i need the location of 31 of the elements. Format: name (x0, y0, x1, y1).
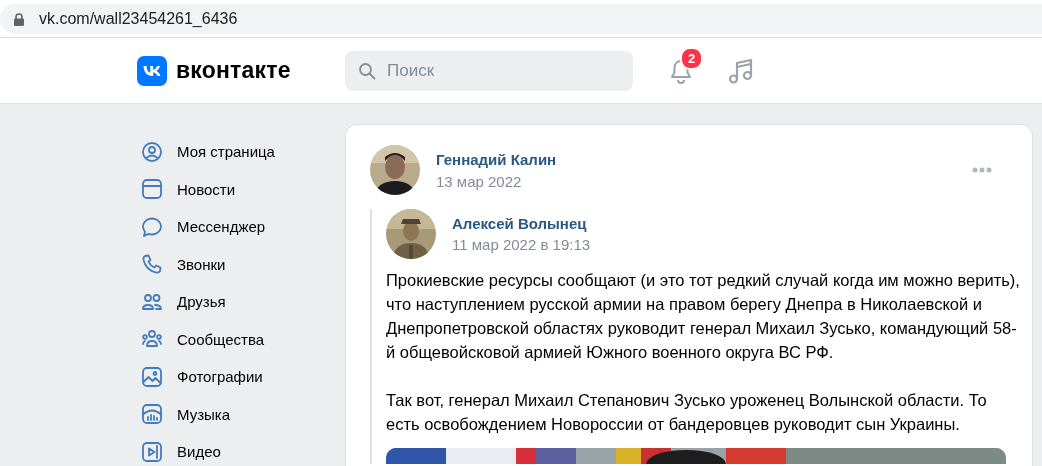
sidebar-item[interactable]: Фотографии (177, 368, 263, 386)
phone-icon[interactable] (141, 253, 163, 276)
sidebar-item[interactable]: Музыка (177, 405, 231, 423)
author-name[interactable]: Геннадий Калин (436, 150, 557, 168)
sidebar-item[interactable]: Звонки (177, 255, 226, 273)
chat-bubble-icon[interactable] (141, 215, 163, 238)
image-icon[interactable] (141, 365, 163, 388)
url-text: vk.com/wall23454261_6436 (39, 10, 238, 28)
more-icon[interactable] (972, 167, 992, 173)
post-date[interactable]: 11 мар 2022 в 19:13 (452, 236, 591, 253)
sidebar-item[interactable]: Мессенджер (177, 218, 266, 236)
notification-badge: 2 (680, 46, 703, 70)
post-date[interactable]: 13 мар 2022 (436, 172, 557, 190)
play-icon[interactable] (141, 440, 163, 463)
lock-icon (14, 12, 24, 26)
post-text: Так вот, генерал Михаил Степанович Зусько уроженец Волынской области. То есть освобождением Новороссии от бандеровцев руководит сын Украины. (386, 390, 988, 435)
author-name[interactable]: Алексей Волынец (452, 215, 591, 232)
newspaper-icon[interactable] (141, 178, 163, 201)
sidebar-item[interactable]: Видео (177, 443, 221, 461)
logo-text[interactable]: вконтакте (176, 57, 291, 84)
music-note-icon[interactable] (728, 56, 754, 85)
search-field[interactable]: Поиск (345, 50, 633, 91)
sidebar-item[interactable]: Сообщества (177, 330, 265, 348)
equalizer-icon[interactable] (141, 403, 163, 426)
sidebar-item[interactable]: Новости (177, 180, 236, 198)
post-text: Прокиевские ресурсы сообщают (и это тот редкий случай когда им можно верить), что наступлением русской армии на правом берегу Днепра в Николаевской и Днепропетровской областях руководит генерал Михаил Зусько, командующий 58-й общевойсковой армией Южного военного округа ВС РФ. (386, 270, 1021, 363)
address-bar[interactable]: vk.com/wall23454261_6436 (0, 4, 1042, 34)
sidebar-item[interactable]: Друзья (177, 293, 226, 311)
sidebar-item[interactable]: Моя страница (177, 143, 275, 161)
logo-icon (137, 55, 167, 86)
profile-icon[interactable] (141, 140, 163, 163)
